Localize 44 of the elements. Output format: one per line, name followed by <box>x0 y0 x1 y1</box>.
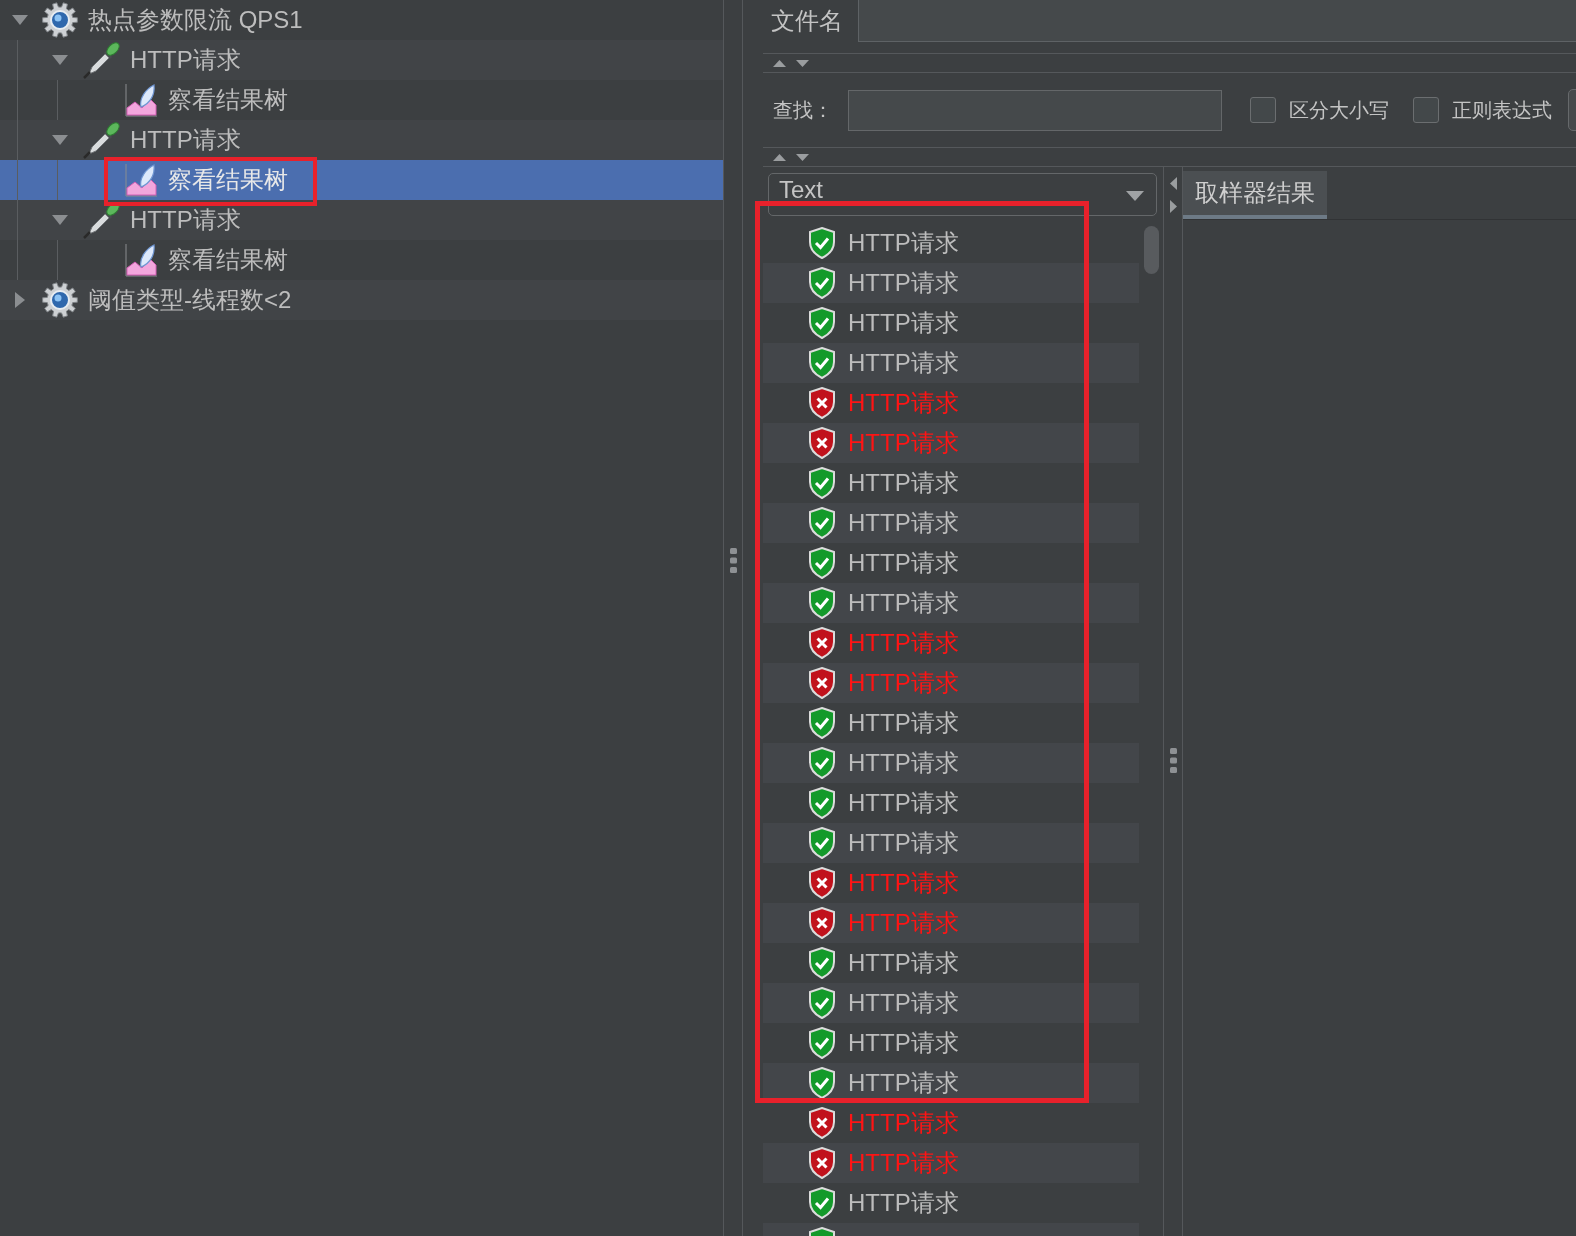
result-item[interactable]: HTTP请求 <box>763 263 1139 303</box>
tree-item[interactable]: 阈值类型-线程数<2 <box>0 280 723 320</box>
checkbox-label: 区分大小写 <box>1289 97 1389 123</box>
caret-down-icon[interactable] <box>52 55 68 65</box>
file-name-field[interactable] <box>858 0 1576 42</box>
caret-down-icon[interactable] <box>52 135 68 145</box>
result-item[interactable]: HTTP请求 <box>763 583 1139 623</box>
checkbox[interactable] <box>1250 97 1276 123</box>
gear-icon <box>42 282 78 318</box>
area-chart-icon <box>122 242 158 278</box>
result-item[interactable]: HTTP请求 <box>763 823 1139 863</box>
tree-item[interactable]: HTTP请求 <box>0 40 723 80</box>
splitter-grip-icon[interactable] <box>1169 748 1177 773</box>
result-item[interactable]: HTTP请求 <box>763 743 1139 783</box>
tree-item[interactable]: HTTP请求 <box>0 200 723 240</box>
gear-icon <box>42 2 78 38</box>
field-label: 文件名 <box>770 6 844 36</box>
up-arrow-icon[interactable] <box>773 59 786 67</box>
tab[interactable]: 取样器结果 <box>1183 171 1327 219</box>
splitter-grip-icon[interactable] <box>729 548 737 573</box>
caret-down-icon <box>1126 190 1144 201</box>
tree-item[interactable]: 察看结果树 <box>0 160 723 200</box>
down-arrow-icon[interactable] <box>796 59 809 67</box>
caret-right-icon[interactable] <box>15 292 25 308</box>
down-arrow-icon[interactable] <box>796 153 809 161</box>
up-arrow-icon[interactable] <box>773 153 786 161</box>
right-arrow-icon[interactable] <box>1169 200 1177 213</box>
search-field[interactable] <box>848 89 1222 131</box>
checkbox-label: 正则表达式 <box>1452 97 1552 123</box>
scrollbar-thumb[interactable] <box>1144 226 1159 274</box>
caret-down-icon[interactable] <box>52 215 68 225</box>
left-arrow-icon[interactable] <box>1169 177 1177 190</box>
checkbox[interactable] <box>1413 97 1439 123</box>
area-chart-icon <box>122 162 158 198</box>
pipette-icon <box>82 121 120 159</box>
area-chart-icon <box>122 82 158 118</box>
result-item[interactable]: HTTP请求 <box>763 1063 1139 1103</box>
caret-down-icon[interactable] <box>12 15 28 25</box>
result-item[interactable]: HTTP请求 <box>763 503 1139 543</box>
result-item[interactable]: HTTP请求 <box>763 983 1139 1023</box>
pipette-icon <box>82 41 120 79</box>
result-item[interactable]: HTTP请求 <box>763 343 1139 383</box>
search-label: 查找： <box>773 97 834 123</box>
tree-item[interactable]: HTTP请求 <box>0 120 723 160</box>
